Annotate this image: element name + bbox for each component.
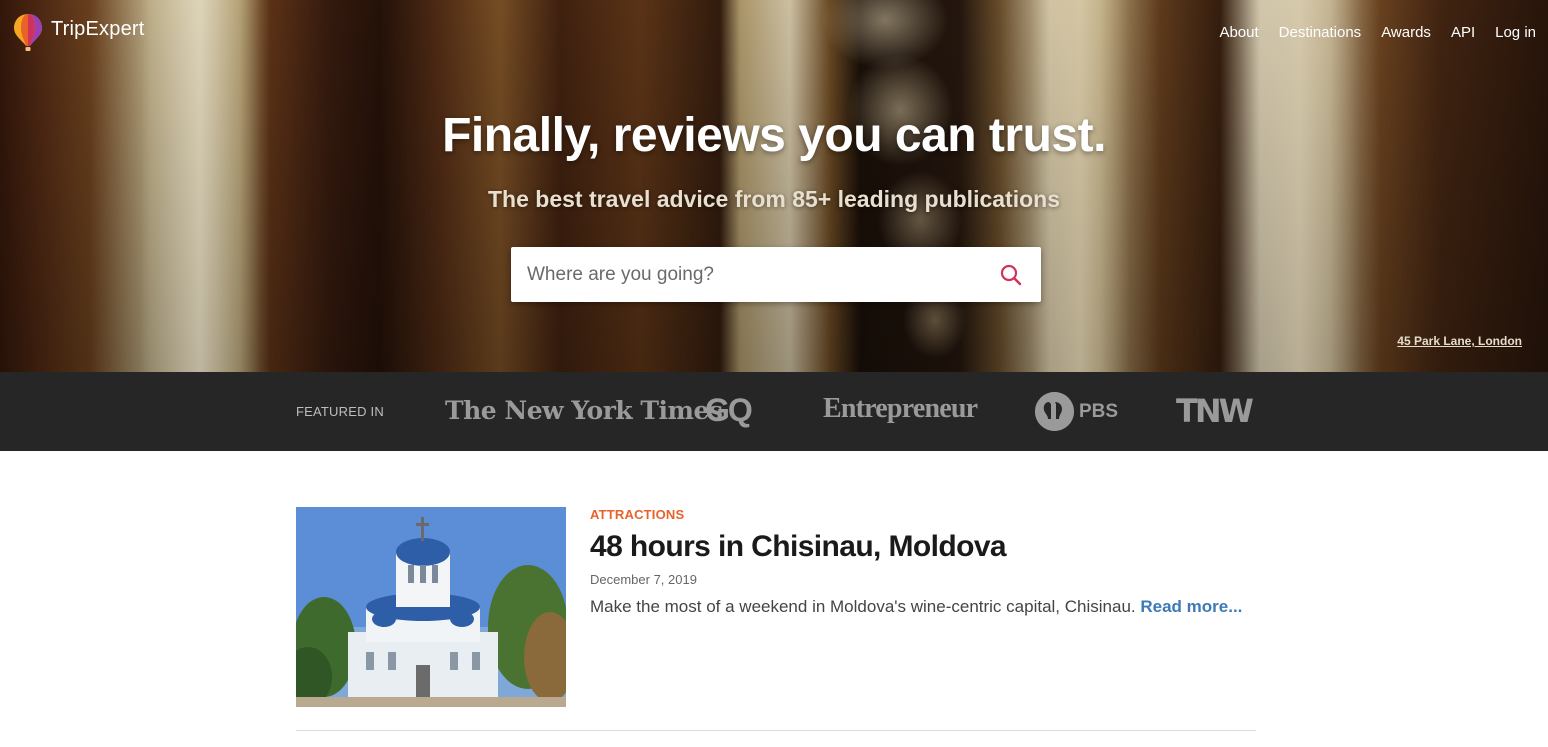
article-thumbnail[interactable] [296,507,566,707]
nav-link-api[interactable]: API [1451,24,1475,41]
hero-subheadline: The best travel advice from 85+ leading … [488,186,1060,212]
nav-link-login[interactable]: Log in [1495,24,1536,41]
read-more-link[interactable]: Read more... [1140,597,1242,616]
article-category: ATTRACTIONS [590,507,685,522]
pbs-head-icon [1035,392,1074,431]
article-divider [296,730,1256,731]
article-description: Make the most of a weekend in Moldova's … [590,595,1256,618]
featured-in-label: FEATURED IN [296,404,384,419]
article-card: ATTRACTIONS 48 hours in Chisinau, Moldov… [296,507,1256,707]
nav-link-awards[interactable]: Awards [1381,24,1431,41]
entrepreneur-logo: Entrepreneur [823,393,978,424]
nyt-logo: The New York Times [445,396,723,425]
pbs-logo: PBS [1035,392,1118,431]
hero-headline: Finally, reviews you can trust. [442,109,1106,162]
brand-name: TripExpert [51,17,145,40]
top-navigation-bar: TripExpert About Destinations Awards API… [0,0,1548,70]
featured-in-bar: FEATURED IN The New York Times GQ Entrep… [0,372,1548,451]
nav-link-destinations[interactable]: Destinations [1279,24,1362,41]
pbs-wordmark: PBS [1079,400,1119,422]
article-date: December 7, 2019 [590,572,697,587]
destination-search-box [511,247,1041,302]
article-title-link[interactable]: 48 hours in Chisinau, Moldova [590,530,1256,564]
nav-link-about[interactable]: About [1219,24,1258,41]
church-photo-illustration [296,507,566,707]
hot-air-balloon-icon [13,12,43,52]
destination-search-input[interactable] [511,247,981,302]
main-nav: About Destinations Awards API Log in [1199,24,1536,41]
brand-logo-link[interactable]: TripExpert [13,12,145,52]
tnw-logo: TNW [1176,392,1254,430]
hero-photo-credit-link[interactable]: 45 Park Lane, London [1397,334,1522,348]
gq-logo: GQ [705,392,753,428]
article-body: ATTRACTIONS 48 hours in Chisinau, Moldov… [590,507,1256,618]
article-description-text: Make the most of a weekend in Moldova's … [590,597,1136,616]
search-icon[interactable] [999,263,1023,287]
